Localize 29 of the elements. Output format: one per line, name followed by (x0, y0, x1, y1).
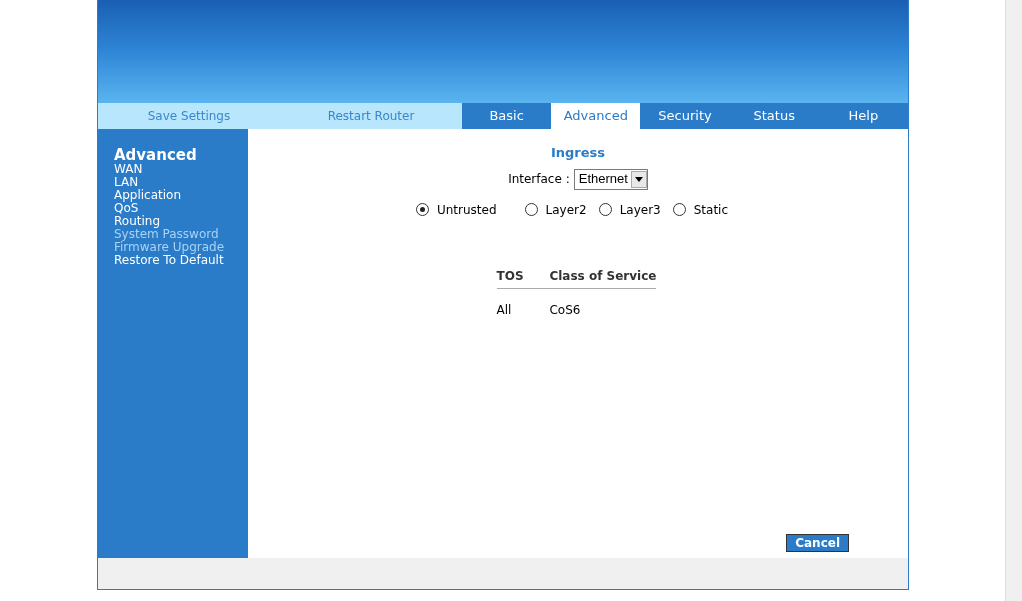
radio-option[interactable]: Layer2 (524, 200, 587, 219)
cancel-button[interactable]: Cancel (786, 534, 849, 552)
radio-option[interactable]: Static (672, 200, 729, 219)
sidebar-item[interactable]: QoS (114, 202, 139, 215)
caret-icon (630, 170, 647, 188)
nav-tab[interactable]: Advanced (551, 103, 641, 129)
sidebar-item[interactable]: Firmware Upgrade (114, 241, 225, 254)
sidebar-item[interactable]: System Password (114, 228, 219, 241)
nav-tab[interactable]: Status (729, 103, 819, 129)
action-link[interactable]: Restart Router (280, 103, 462, 129)
sidebar-title: Advanced (114, 147, 197, 163)
sidebar-item[interactable]: Application (114, 189, 182, 202)
table-cell-text: All (496, 301, 513, 319)
nav-tab[interactable]: Security (640, 103, 730, 129)
sidebar-item[interactable]: Restore To Default (114, 254, 224, 267)
sidebar-item[interactable]: LAN (114, 176, 139, 189)
column-header: Class of Service (549, 266, 657, 289)
interface-label: Interface : (508, 171, 570, 188)
radio-option[interactable]: Untrusted (415, 200, 497, 219)
column-header: TOS (496, 266, 550, 289)
action-link[interactable]: Save Settings (98, 103, 280, 129)
sidebar-item[interactable]: WAN (114, 163, 143, 176)
table-cell-text: CoS6 (549, 301, 582, 319)
section-heading: Ingress (550, 144, 606, 162)
interface-select[interactable]: Ethernet (573, 168, 648, 190)
radio-option[interactable]: Layer3 (598, 200, 661, 219)
sidebar-item[interactable]: Routing (114, 215, 160, 228)
nav-tab[interactable]: Basic (462, 103, 552, 129)
nav-tab[interactable]: Help (818, 103, 908, 129)
